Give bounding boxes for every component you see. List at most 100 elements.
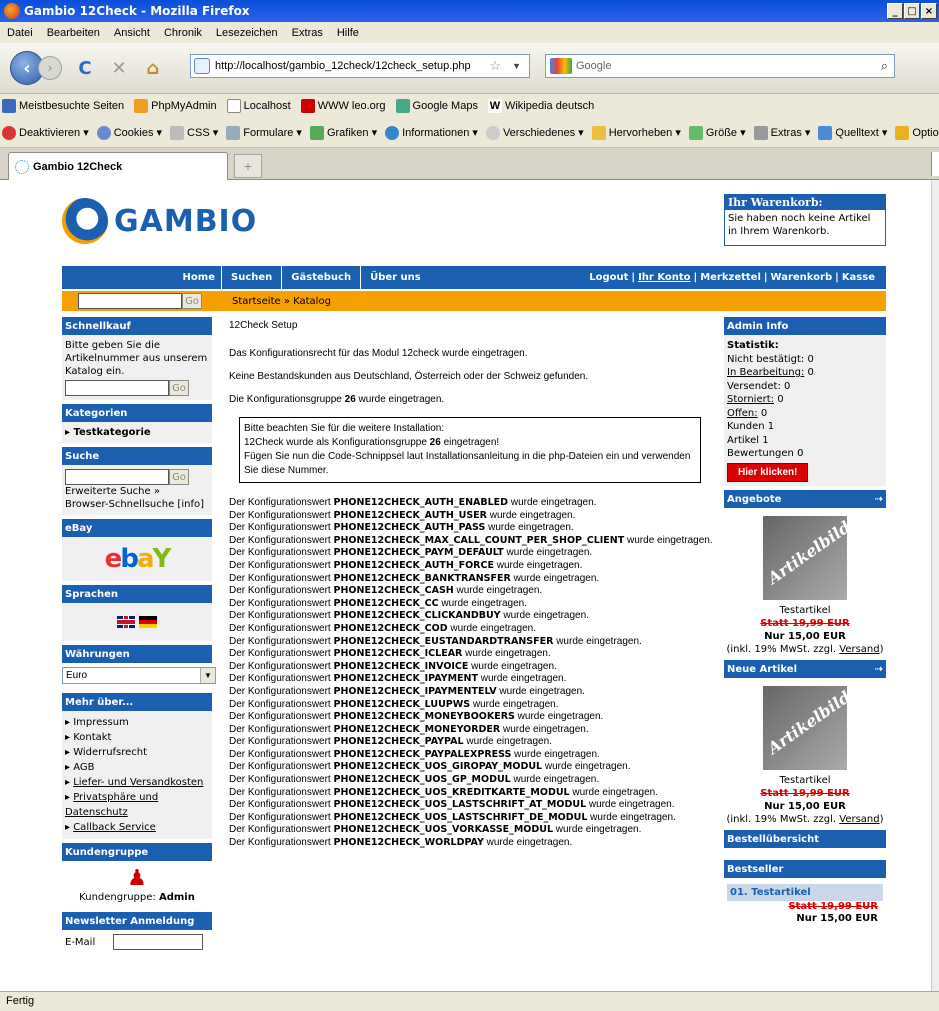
versand-link[interactable]: Versand	[839, 814, 879, 825]
category-testkategorie[interactable]: Testkategorie	[74, 427, 151, 438]
admin-stat-row[interactable]: In Bearbeitung: 0	[727, 366, 883, 380]
quicksearch-go-button[interactable]: Go	[182, 293, 202, 309]
ebay-title: eBay	[62, 519, 212, 537]
stop-icon[interactable]: ✕	[108, 57, 130, 79]
forms-icon	[226, 125, 241, 140]
notice-line-2: 12Check wurde als Konfigurationsgruppe 2…	[244, 437, 500, 448]
search-go-button[interactable]: Go	[169, 469, 189, 485]
search-icon[interactable]: ⌕	[881, 58, 888, 74]
advanced-search-link[interactable]: Erweiterte Suche »	[65, 485, 209, 498]
nav-logout[interactable]: Logout	[586, 272, 631, 283]
google-engine-icon[interactable]	[550, 58, 572, 74]
wd-hervorheben[interactable]: Hervorheben ▾	[591, 125, 681, 140]
link-datenschutz[interactable]: Privatsphäre und Datenschutz	[65, 792, 158, 818]
hier-klicken-button[interactable]: Hier klicken!	[727, 462, 809, 482]
link-versandkosten[interactable]: Liefer- und Versandkosten	[73, 777, 203, 788]
vertical-scrollbar[interactable]	[931, 180, 939, 991]
schnellkauf-go-button[interactable]: Go	[169, 380, 189, 396]
link-callback[interactable]: Callback Service	[73, 822, 156, 833]
arrow-right-icon[interactable]: ⇢	[875, 494, 883, 505]
bookmark-wikipedia[interactable]: W Wikipedia deutsch	[487, 99, 594, 113]
nav-home[interactable]: Home	[62, 266, 222, 289]
wd-verschiedenes[interactable]: Verschiedenes ▾	[485, 125, 584, 140]
bookmark-phpmyadmin[interactable]: PhpMyAdmin	[134, 99, 217, 113]
link-impressum[interactable]: Impressum	[73, 717, 129, 728]
menu-chronik[interactable]: Chronik	[157, 27, 209, 39]
bookmark-meistbesucht[interactable]: Meistbesuchte Seiten	[2, 99, 124, 113]
bookmark-google-maps[interactable]: Google Maps	[395, 99, 478, 113]
menu-extras[interactable]: Extras	[285, 27, 330, 39]
currency-select[interactable]: Euro ▼	[62, 667, 216, 684]
schnellkauf-text: Bitte geben Sie die Artikelnummer aus un…	[65, 340, 208, 377]
forward-button[interactable]: ›	[38, 56, 62, 80]
product-name[interactable]: Testartikel	[724, 774, 886, 787]
search-input[interactable]	[65, 469, 169, 485]
versand-link[interactable]: Versand	[839, 644, 879, 655]
admin-stat-row[interactable]: Storniert: 0	[727, 393, 883, 407]
menu-hilfe[interactable]: Hilfe	[330, 27, 366, 39]
admin-stat-row: Artikel 1	[727, 434, 769, 446]
minimize-button[interactable]: _	[887, 3, 903, 19]
link-agb[interactable]: AGB	[73, 762, 94, 773]
product-image[interactable]: Artikelbild	[763, 516, 847, 600]
bookmark-star-icon[interactable]: ☆	[489, 58, 501, 74]
product-name[interactable]: Testartikel	[724, 604, 886, 617]
tab-gambio[interactable]: Gambio 12Check	[8, 152, 228, 180]
wd-informationen[interactable]: Informationen ▾	[385, 125, 478, 140]
arrow-right-icon[interactable]: ⇢	[875, 664, 883, 675]
quicksearch-input[interactable]	[78, 293, 182, 309]
config-value-row: Der Konfigurationswert PHONE12CHECK_UOS_…	[229, 824, 642, 836]
admin-stat-row: Kunden 1	[727, 421, 775, 432]
angebote-header: Angebote ⇢	[724, 490, 886, 508]
bestseller-item[interactable]: 01. Testartikel	[727, 884, 883, 901]
menu-ansicht[interactable]: Ansicht	[107, 27, 157, 39]
wd-optionen[interactable]: Optionen ▾	[895, 125, 939, 140]
ebay-logo[interactable]: ebaY	[62, 537, 212, 581]
tab-scroll[interactable]	[931, 152, 939, 176]
nav-merkzettel[interactable]: Merkzettel	[697, 272, 764, 283]
german-flag-icon[interactable]	[139, 616, 157, 628]
nav-kasse[interactable]: Kasse	[839, 272, 878, 283]
product-image[interactable]: Artikelbild	[763, 686, 847, 770]
menu-bearbeiten[interactable]: Bearbeiten	[40, 27, 107, 39]
wd-cookies[interactable]: Cookies ▾	[96, 125, 162, 140]
wd-grafiken[interactable]: Grafiken ▾	[309, 125, 377, 140]
gambio-logo[interactable]: GAMBIO	[62, 198, 257, 244]
bookmark-leo[interactable]: WWW leo.org	[300, 99, 386, 113]
nav-ihr-konto[interactable]: Ihr Konto	[635, 272, 693, 283]
wd-extras[interactable]: Extras ▾	[753, 125, 810, 140]
phpmyadmin-icon	[134, 99, 149, 113]
wd-quelltext[interactable]: Quelltext ▾	[818, 125, 887, 140]
nav-warenkorb[interactable]: Warenkorb	[768, 272, 836, 283]
close-button[interactable]: ×	[921, 3, 937, 19]
maximize-button[interactable]: □	[904, 3, 920, 19]
reload-icon[interactable]: C	[74, 57, 96, 79]
admin-stat-row[interactable]: Offen: 0	[727, 407, 883, 421]
nav-ueber-uns[interactable]: Über uns	[361, 266, 430, 289]
wd-formulare[interactable]: Formulare ▾	[226, 125, 302, 140]
nav-suchen[interactable]: Suchen	[222, 266, 283, 289]
link-kontakt[interactable]: Kontakt	[73, 732, 111, 743]
nav-gaestebuch[interactable]: Gästebuch	[282, 266, 362, 289]
url-dropdown-icon[interactable]: ▼	[512, 61, 521, 71]
search-bar[interactable]: Google ⌕	[545, 54, 895, 78]
browser-search-link[interactable]: Browser-Schnellsuche [info]	[65, 498, 209, 511]
new-tab-button[interactable]: +	[234, 154, 262, 178]
menu-datei[interactable]: Datei	[0, 27, 40, 39]
wd-deaktivieren[interactable]: Deaktivieren ▾	[2, 125, 89, 140]
wd-groesse[interactable]: Größe ▾	[688, 125, 746, 140]
config-value-row: Der Konfigurationswert PHONE12CHECK_ICLE…	[229, 648, 551, 660]
url-bar[interactable]: http://localhost/gambio_12check/12check_…	[190, 54, 530, 78]
kundengruppe-box: Kundengruppe ♟ Kundengruppe: Admin	[62, 843, 212, 908]
english-flag-icon[interactable]	[117, 616, 135, 628]
newsletter-email-input[interactable]	[113, 934, 204, 950]
menu-lesezeichen[interactable]: Lesezeichen	[209, 27, 285, 39]
link-widerrufsrecht[interactable]: Widerrufsrecht	[73, 747, 147, 758]
chevron-down-icon[interactable]: ▼	[200, 668, 215, 683]
wd-css[interactable]: CSS ▾	[170, 125, 218, 140]
mehr-box: Mehr über... ▸ Impressum ▸ Kontakt ▸ Wid…	[62, 693, 212, 839]
article-number-input[interactable]	[65, 380, 169, 396]
bookmark-localhost[interactable]: Localhost	[226, 99, 291, 113]
breadcrumb[interactable]: Startseite » Katalog	[232, 296, 331, 307]
home-icon[interactable]: ⌂	[142, 57, 164, 79]
